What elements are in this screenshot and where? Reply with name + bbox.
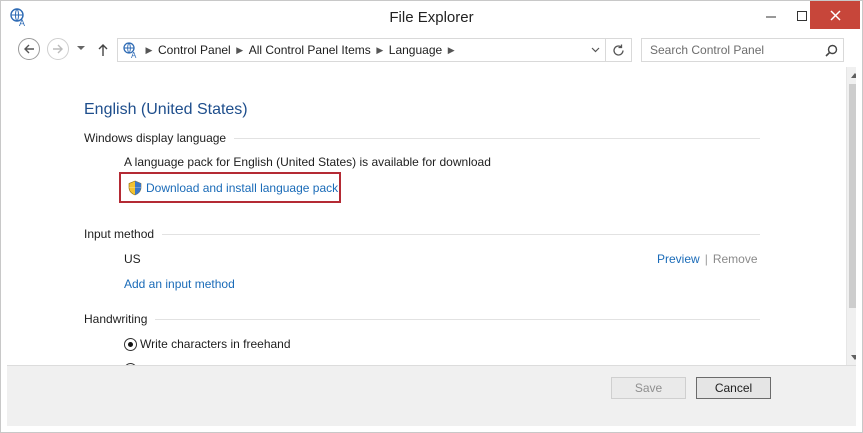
refresh-icon — [613, 44, 624, 56]
section-divider — [162, 233, 760, 235]
breadcrumb-separator-icon[interactable]: ▶ — [142, 45, 156, 56]
section-label: Windows display language — [84, 131, 227, 145]
scroll-up-button[interactable] — [847, 67, 856, 83]
refresh-button[interactable] — [605, 39, 631, 61]
address-history-button[interactable] — [585, 39, 605, 61]
up-button[interactable] — [95, 41, 111, 59]
back-button[interactable] — [18, 38, 40, 60]
file-explorer-window: A File Explorer A ▶ Control Panel ▶ All … — [0, 0, 863, 433]
control-panel-icon: A — [120, 39, 142, 61]
action-separator: | — [704, 252, 708, 266]
shield-icon — [128, 180, 142, 195]
chevron-down-icon — [77, 46, 85, 50]
back-arrow-icon — [24, 44, 34, 54]
close-button[interactable] — [810, 1, 860, 29]
breadcrumb-language[interactable]: Language — [387, 43, 444, 57]
download-link-label[interactable]: Download and install language pack — [146, 181, 338, 195]
breadcrumb-separator-icon[interactable]: ▶ — [444, 45, 458, 56]
add-input-method-link[interactable]: Add an input method — [124, 277, 235, 291]
preview-link[interactable]: Preview — [657, 252, 700, 266]
cancel-button[interactable]: Cancel — [696, 377, 771, 399]
title-bar: A File Explorer — [1, 1, 862, 33]
search-button[interactable] — [819, 39, 843, 61]
breadcrumb-separator-icon[interactable]: ▶ — [233, 45, 247, 56]
handwriting-section: Handwriting — [84, 312, 760, 326]
forward-button[interactable] — [47, 38, 69, 60]
remove-link: Remove — [712, 252, 758, 266]
forward-arrow-icon — [53, 44, 63, 54]
chevron-up-icon — [851, 72, 856, 78]
freehand-radio[interactable] — [124, 338, 137, 351]
breadcrumb-all-items[interactable]: All Control Panel Items — [247, 43, 373, 57]
section-label: Handwriting — [84, 312, 148, 326]
dialog-footer: Save Cancel — [7, 365, 856, 426]
save-button[interactable]: Save — [611, 377, 686, 399]
breadcrumb-control-panel[interactable]: Control Panel — [156, 43, 233, 57]
search-icon — [824, 44, 837, 57]
breadcrumb-separator-icon[interactable]: ▶ — [373, 45, 387, 56]
minimize-icon — [766, 16, 776, 17]
chevron-down-icon — [851, 354, 856, 360]
maximize-icon — [797, 10, 807, 21]
address-bar[interactable]: A ▶ Control Panel ▶ All Control Panel It… — [117, 38, 632, 62]
freehand-radio-label[interactable]: Write characters in freehand — [140, 337, 291, 351]
window-title: File Explorer — [389, 9, 474, 26]
input-method-actions: Preview | Remove — [657, 252, 758, 266]
search-input[interactable] — [642, 40, 819, 60]
svg-text:A: A — [131, 51, 137, 59]
navigation-bar: A ▶ Control Panel ▶ All Control Panel It… — [1, 34, 862, 66]
content-pane: English (United States) Windows display … — [7, 67, 856, 365]
scroll-down-button[interactable] — [847, 349, 856, 365]
search-box[interactable] — [641, 38, 844, 62]
close-icon — [829, 9, 841, 21]
page-title: English (United States) — [84, 101, 248, 118]
up-arrow-icon — [98, 44, 108, 56]
language-pack-status: A language pack for English (United Stat… — [124, 155, 491, 169]
download-language-pack-link[interactable]: Download and install language pack — [119, 172, 341, 203]
scrollbar-thumb[interactable] — [849, 84, 856, 308]
section-label: Input method — [84, 227, 155, 241]
input-method-section: Input method — [84, 227, 760, 241]
recent-locations-button[interactable] — [75, 42, 87, 54]
vertical-scrollbar[interactable] — [846, 67, 856, 365]
section-divider — [234, 137, 760, 139]
section-divider — [155, 318, 760, 320]
chevron-down-icon — [591, 47, 599, 53]
input-method-current: US — [124, 252, 141, 266]
display-language-section: Windows display language — [84, 131, 760, 145]
